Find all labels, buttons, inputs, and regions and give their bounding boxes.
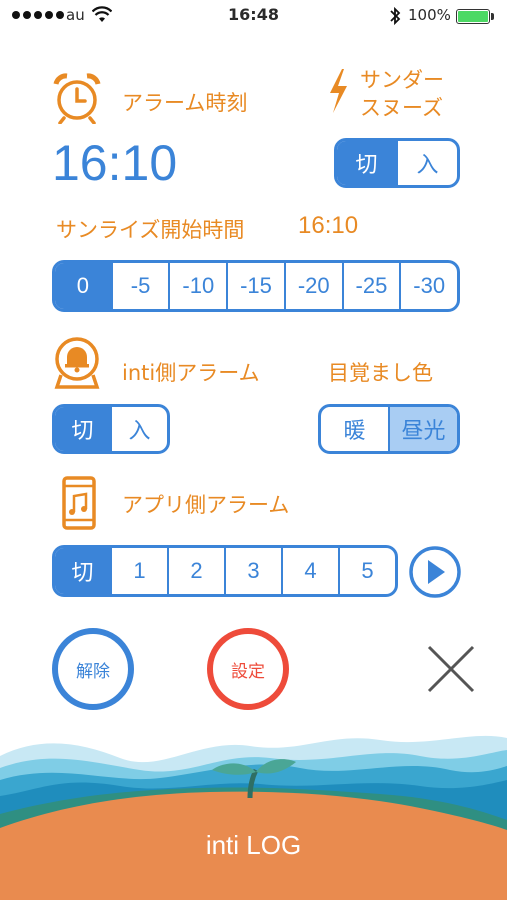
sunrise-offset-0[interactable]: 0 xyxy=(55,263,111,309)
app-alarm-label: アプリ側アラーム xyxy=(122,493,290,517)
sunrise-offset-15[interactable]: -15 xyxy=(226,263,284,309)
bluetooth-icon xyxy=(390,6,401,26)
app-alarm-off[interactable]: 切 xyxy=(55,548,110,594)
alarm-time-label: アラーム時刻 xyxy=(122,91,248,115)
thunder-snooze-off[interactable]: 切 xyxy=(337,141,396,185)
sunrise-offset-5[interactable]: -5 xyxy=(110,263,169,309)
app-alarm-sound-3[interactable]: 3 xyxy=(224,548,281,594)
app-alarm-sound-2[interactable]: 2 xyxy=(167,548,224,594)
wake-color-daylight[interactable]: 昼光 xyxy=(388,407,457,451)
inti-alarm-label: inti側アラーム xyxy=(122,361,260,385)
cancel-button[interactable]: 解除 xyxy=(52,628,134,710)
sunrise-offset-10[interactable]: -10 xyxy=(168,263,226,309)
app-alarm-sound-1[interactable]: 1 xyxy=(110,548,167,594)
wake-color-warm[interactable]: 暖 xyxy=(321,407,388,451)
landscape-illustration xyxy=(0,735,507,900)
wake-color-toggle[interactable]: 暖 昼光 xyxy=(318,404,460,454)
app-alarm-sound-4[interactable]: 4 xyxy=(281,548,338,594)
inti-alarm-off[interactable]: 切 xyxy=(55,407,110,451)
app-alarm-sound-5[interactable]: 5 xyxy=(338,548,395,594)
inti-alarm-toggle[interactable]: 切 入 xyxy=(52,404,170,454)
thunder-snooze-toggle[interactable]: 切 入 xyxy=(334,138,460,188)
thunder-snooze-on[interactable]: 入 xyxy=(396,141,457,185)
app-alarm-sound-selector[interactable]: 切 1 2 3 4 5 xyxy=(52,545,398,597)
play-icon[interactable] xyxy=(408,545,462,599)
bell-lamp-icon xyxy=(54,337,100,389)
sunrise-start-time: 16:10 xyxy=(298,212,359,239)
thunder-snooze-label: サンダー スヌーズ xyxy=(360,68,444,120)
wake-color-label: 目覚まし色 xyxy=(328,361,433,385)
sunrise-offset-selector[interactable]: 0 -5 -10 -15 -20 -25 -30 xyxy=(52,260,460,312)
close-icon[interactable] xyxy=(426,644,476,694)
battery-percent: 100% xyxy=(408,6,451,24)
battery-icon xyxy=(456,9,490,24)
sunrise-start-label: サンライズ開始時間 xyxy=(56,218,245,242)
inti-alarm-on[interactable]: 入 xyxy=(110,407,167,451)
set-button[interactable]: 設定 xyxy=(207,628,289,710)
phone-music-icon xyxy=(62,476,96,530)
footer-brand[interactable]: inti LOG xyxy=(0,830,507,861)
alarm-time-value[interactable]: 16:10 xyxy=(52,134,177,192)
sunrise-offset-20[interactable]: -20 xyxy=(283,263,342,309)
lightning-icon xyxy=(330,69,347,113)
sunrise-offset-30[interactable]: -30 xyxy=(399,263,457,309)
alarm-clock-icon xyxy=(53,73,101,124)
status-bar: au 16:48 100% xyxy=(0,0,507,32)
sunrise-offset-25[interactable]: -25 xyxy=(341,263,400,309)
